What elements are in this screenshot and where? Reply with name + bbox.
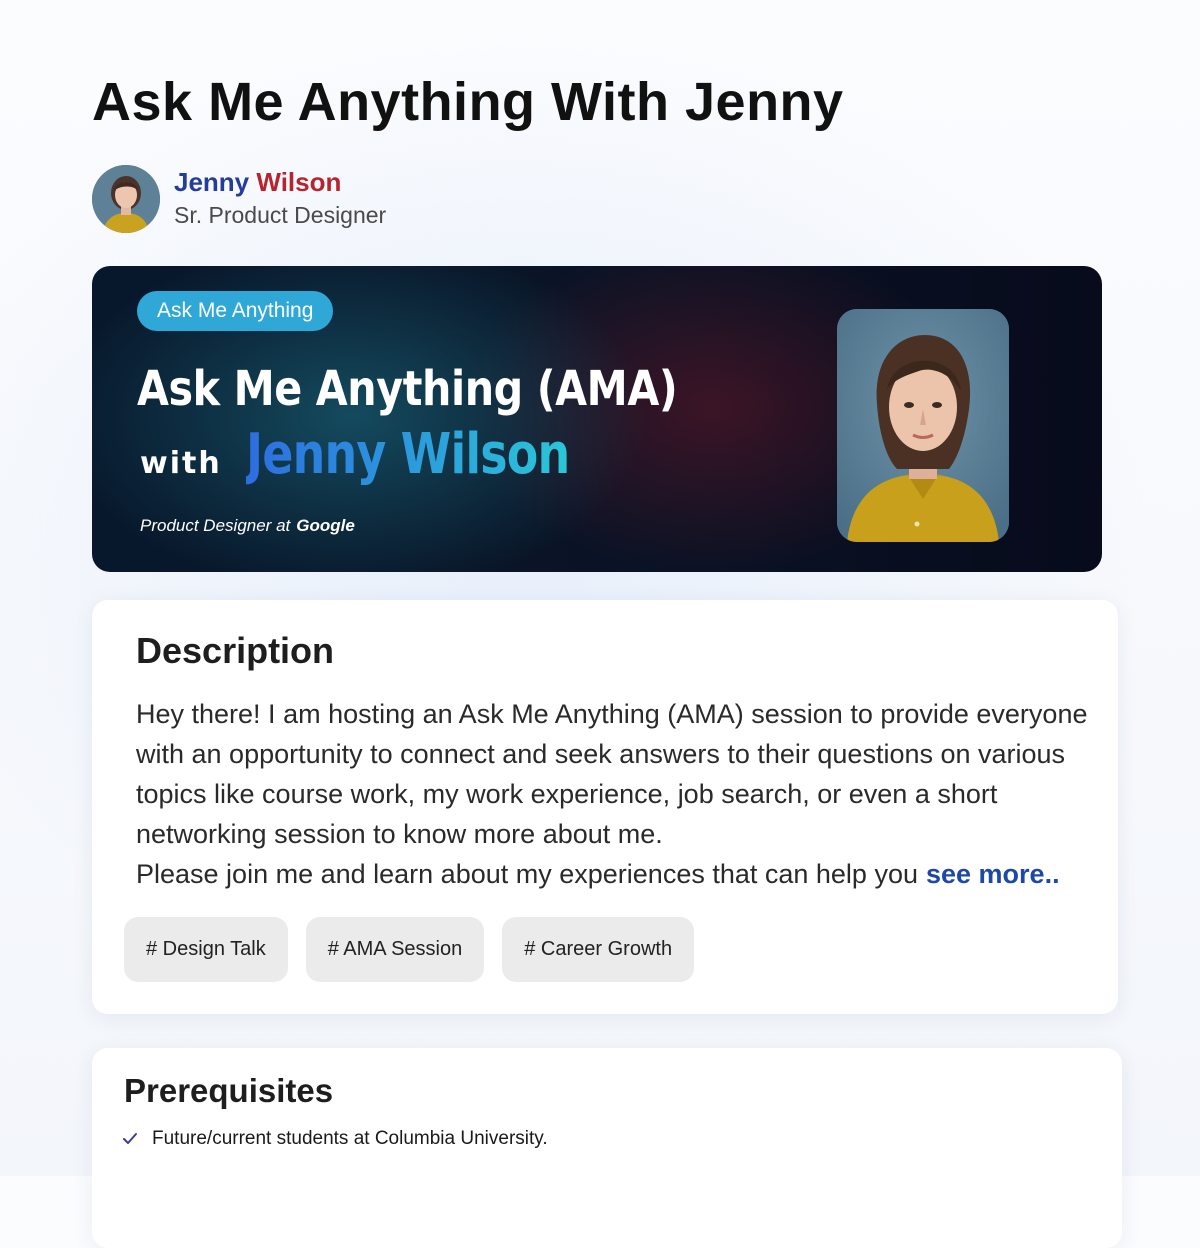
prerequisites-heading: Prerequisites — [124, 1072, 334, 1109]
avatar[interactable] — [92, 165, 160, 233]
banner-subtitle: Product Designer at Google — [140, 516, 355, 536]
ama-badge: Ask Me Anything — [137, 291, 334, 331]
event-banner: Ask Me Anything Ask Me Anything (AMA) wi… — [92, 266, 1102, 572]
check-icon — [123, 1133, 137, 1144]
author-last-name: Wilson — [256, 167, 342, 197]
avatar-portrait-image — [92, 165, 160, 233]
banner-title: Ask Me Anything (AMA) — [137, 361, 678, 417]
prerequisite-text: Future/current students at Columbia Univ… — [152, 1128, 548, 1149]
prerequisites-list: Future/current students at Columbia Univ… — [122, 1126, 548, 1170]
banner-company: Google — [296, 516, 355, 535]
list-item: Future/current students at Columbia Univ… — [122, 1126, 548, 1152]
description-heading: Description — [136, 630, 335, 671]
see-more-link[interactable]: see more.. — [926, 859, 1060, 889]
tag-list: # Design Talk # AMA Session # Career Gro… — [124, 917, 712, 982]
prerequisites-card: Prerequisites Future/current students at… — [92, 1048, 1122, 1248]
author-first-name: Jenny — [174, 167, 250, 197]
host-photo — [837, 309, 1009, 542]
tag-chip[interactable]: # Design Talk — [124, 917, 288, 982]
description-text: Hey there! I am hosting an Ask Me Anythi… — [136, 694, 1126, 894]
banner-host-line: with Jenny Wilson — [140, 422, 640, 487]
author-block: Jenny Wilson Sr. Product Designer — [92, 165, 386, 233]
description-teaser: Please join me and learn about my experi… — [136, 859, 918, 889]
description-paragraph: Hey there! I am hosting an Ask Me Anythi… — [136, 699, 1088, 849]
tag-chip[interactable]: # AMA Session — [305, 917, 485, 982]
tag-chip[interactable]: # Career Growth — [502, 917, 695, 982]
description-paragraph: Please join me and learn about my experi… — [136, 854, 1126, 894]
banner-role-text: Product Designer at — [140, 516, 291, 535]
page-title: Ask Me Anything With Jenny — [92, 72, 844, 132]
description-card: Description Hey there! I am hosting an A… — [92, 600, 1118, 1014]
author-text: Jenny Wilson Sr. Product Designer — [174, 167, 387, 230]
banner-with-word: with — [140, 446, 222, 481]
author-name[interactable]: Jenny Wilson — [174, 164, 386, 200]
banner-host-name: Jenny Wilson — [245, 422, 570, 487]
author-role: Sr. Product Designer — [174, 202, 387, 228]
host-portrait-image — [837, 309, 1009, 542]
